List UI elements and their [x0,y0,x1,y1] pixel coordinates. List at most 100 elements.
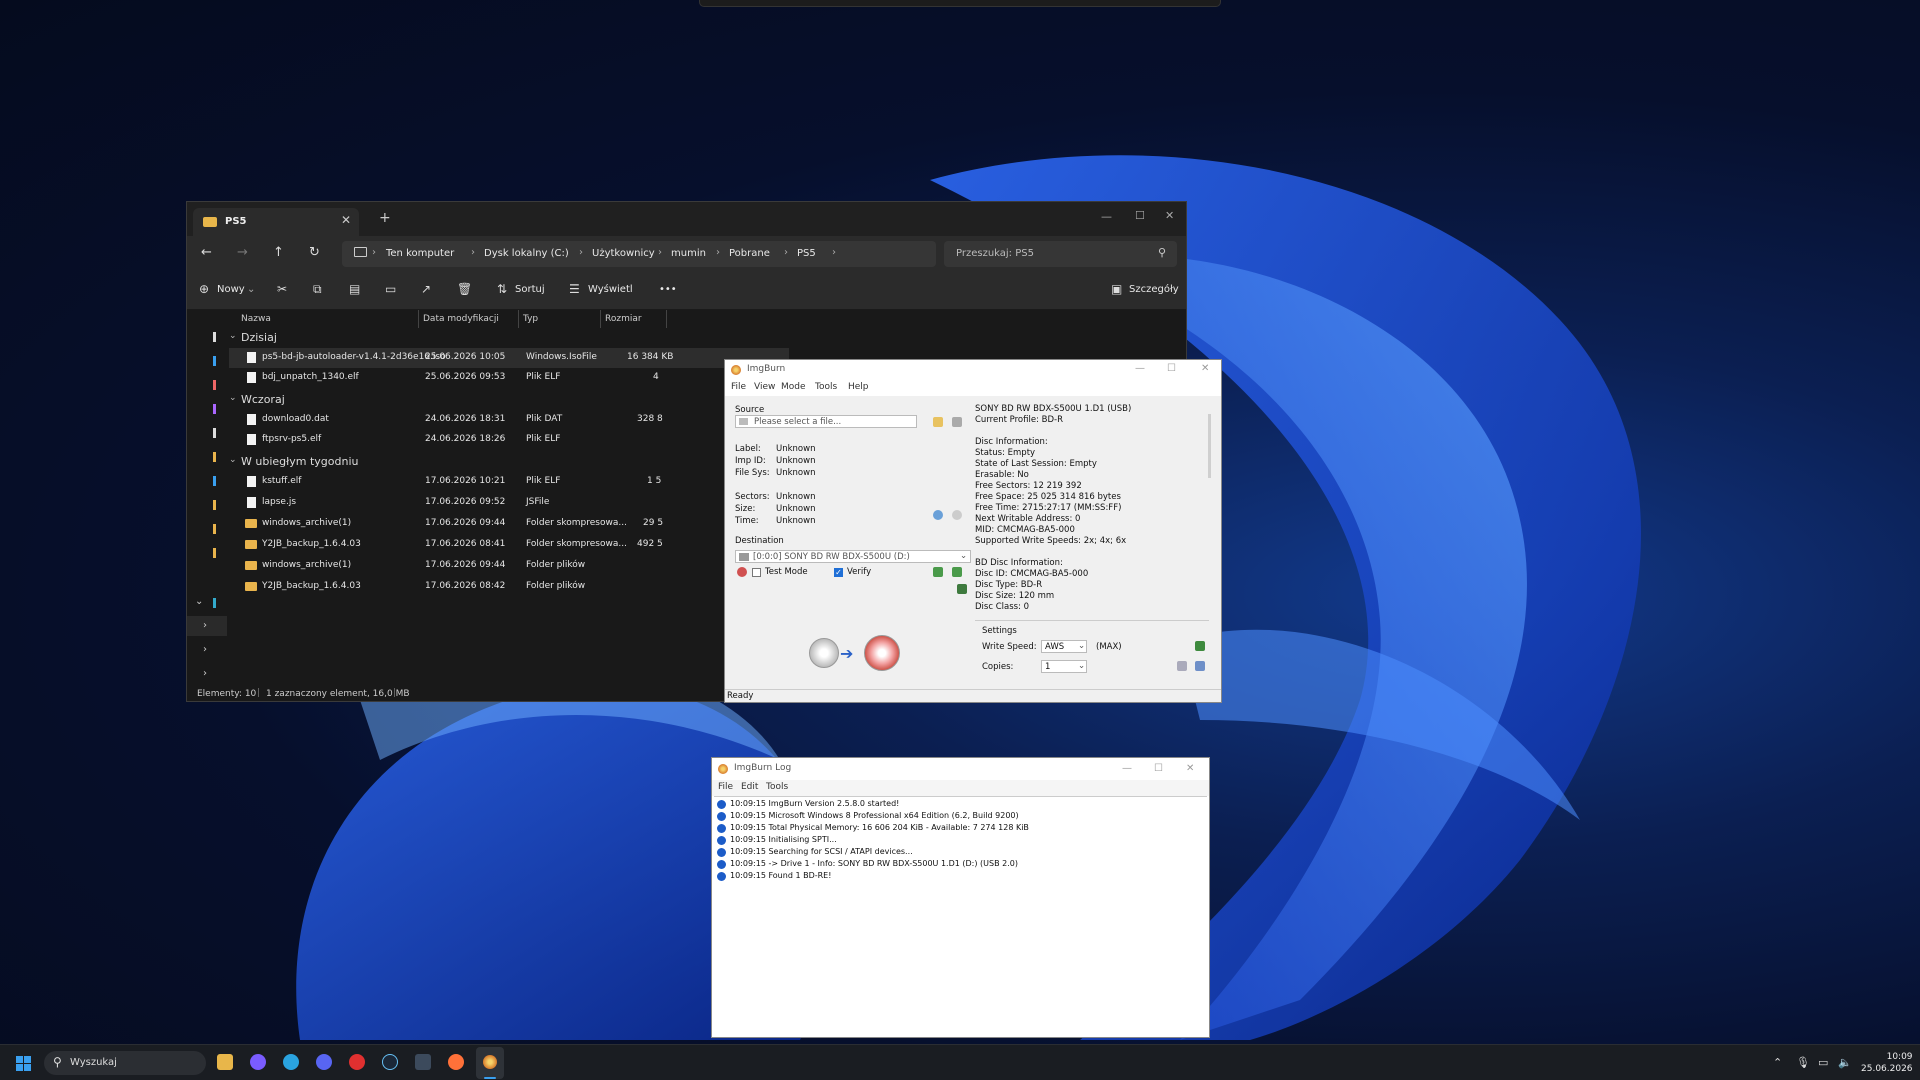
maximize-icon[interactable]: ☐ [1154,763,1163,774]
explorer-tab[interactable]: PS5 ✕ [193,208,359,236]
drive-refresh-icon[interactable] [952,567,962,577]
copy-settings-icon[interactable] [1177,661,1187,671]
source-file-input[interactable]: Please select a file... [735,415,917,428]
eject-icon[interactable] [737,567,747,577]
details-button[interactable]: Szczegóły [1129,284,1179,295]
microphone-icon[interactable]: 🎙 [1796,1056,1810,1069]
nav-pane-item[interactable] [213,548,216,558]
view-button[interactable]: Wyświetl [588,284,633,295]
menu-mode[interactable]: Mode [781,382,806,392]
back-icon[interactable]: ← [201,245,212,260]
close-window-icon[interactable]: ✕ [1165,209,1174,222]
app-icon[interactable] [250,1054,266,1070]
list-item[interactable]: ftpsrv-ps5.elf 24.06.2026 18:26 Plik ELF [229,430,789,450]
write-speed-select[interactable]: AWS ⌄ [1041,640,1087,653]
steam-icon[interactable] [382,1054,398,1070]
copies-select[interactable]: 1 ⌄ [1041,660,1087,673]
more-options-icon[interactable]: ••• [659,284,677,295]
menu-view[interactable]: View [754,382,775,392]
nav-pane-item[interactable] [213,356,216,366]
minimize-icon[interactable]: — [1101,210,1112,223]
breadcrumb-user[interactable]: mumin [671,248,706,259]
media-app-icon[interactable] [349,1054,365,1070]
chevron-up-icon[interactable]: ⌃ [1773,1056,1782,1069]
refresh-icon[interactable]: ↻ [309,245,320,260]
chevron-right-icon[interactable]: › [203,620,207,631]
group-header[interactable]: ⌄ Wczoraj [229,390,629,410]
destination-drive-select[interactable]: [0:0:0] SONY BD RW BDX-S500U (D:) ⌄ [735,550,971,563]
nav-pane-item[interactable] [213,476,216,486]
chevron-right-icon[interactable]: › [203,668,207,679]
calculate-icon[interactable] [933,510,943,520]
column-divider[interactable] [518,310,519,328]
list-item[interactable]: bdj_unpatch_1340.elf 25.06.2026 09:53 Pl… [229,368,789,388]
group-header[interactable]: ⌄ W ubiegłym tygodniu [229,452,629,472]
test-mode-checkbox[interactable] [752,568,761,577]
taskbar-search[interactable]: ⚲ Wyszukaj [44,1051,206,1075]
menu-file[interactable]: File [731,382,746,392]
write-button[interactable] [864,635,900,671]
list-item[interactable]: ps5-bd-jb-autoloader-v1.4.1-2d36e16.iso … [229,348,789,368]
paste-icon[interactable]: ▤ [349,282,360,296]
menu-file[interactable]: File [718,782,733,792]
rename-icon[interactable]: ▭ [385,282,396,296]
share-icon[interactable]: ↗ [421,282,431,296]
volume-icon[interactable]: 🔈 [1838,1056,1852,1069]
browse-file-icon[interactable] [933,417,943,427]
nav-pane-selected[interactable] [187,616,227,636]
search-input[interactable]: Przeszukaj: PS5 ⚲ [944,241,1177,267]
nav-pane-item[interactable] [213,500,216,510]
list-item[interactable]: windows_archive(1) 17.06.2026 09:44 Fold… [229,514,789,534]
column-size[interactable]: Rozmiar [605,314,642,324]
new-button[interactable]: Nowy [217,284,245,295]
list-item[interactable]: lapse.js 17.06.2026 09:52 JSFile [229,493,789,513]
imgburn-taskbar-button[interactable] [476,1047,504,1079]
delete-icon[interactable]: 🗑 [457,282,472,296]
cut-icon[interactable]: ✂ [277,282,287,296]
log-toggle-icon[interactable] [957,584,967,594]
breadcrumb-users[interactable]: Użytkownicy [592,248,655,259]
breadcrumb-drive[interactable]: Dysk lokalny (C:) [484,248,569,259]
chevron-right-icon[interactable]: › [203,644,207,655]
nav-pane-item[interactable] [213,428,216,438]
maximize-icon[interactable]: ☐ [1167,363,1176,374]
column-divider[interactable] [418,310,419,328]
app-icon[interactable] [415,1054,431,1070]
minimize-icon[interactable]: — [1122,763,1132,774]
maximize-icon[interactable]: ☐ [1135,209,1145,222]
discord-icon[interactable] [316,1054,332,1070]
column-name[interactable]: Nazwa [241,314,271,324]
breadcrumb-downloads[interactable]: Pobrane [729,248,770,259]
sort-button[interactable]: Sortuj [515,284,545,295]
column-date[interactable]: Data modyfikacji [423,314,499,324]
column-divider[interactable] [666,310,667,328]
browse-folder-icon[interactable] [952,417,962,427]
file-explorer-icon[interactable] [217,1054,233,1070]
minimize-icon[interactable]: — [1135,363,1145,374]
menu-tools[interactable]: Tools [815,382,837,392]
refresh-disabled-icon[interactable] [952,510,962,520]
group-header[interactable]: ⌄ Dzisiaj [229,328,629,348]
drive-info-icon[interactable] [933,567,943,577]
list-item[interactable]: Y2JB_backup_1.6.4.03 17.06.2026 08:42 Fo… [229,577,789,597]
nav-pane-item[interactable] [213,598,216,608]
firefox-icon[interactable] [448,1054,464,1070]
chevron-down-icon[interactable]: ⌄ [195,596,203,607]
list-item[interactable]: Y2JB_backup_1.6.4.03 17.06.2026 08:41 Fo… [229,535,789,555]
info-scrollbar[interactable] [1208,414,1211,478]
close-tab-icon[interactable]: ✕ [341,213,351,227]
log-text-area[interactable]: 10:09:15 ImgBurn Version 2.5.8.0 started… [714,796,1207,1036]
menu-tools[interactable]: Tools [766,782,788,792]
list-item[interactable]: windows_archive(1) 17.06.2026 09:44 Fold… [229,556,789,576]
list-item[interactable]: kstuff.elf 17.06.2026 10:21 Plik ELF 1 5 [229,472,789,492]
nav-pane-item[interactable] [213,524,216,534]
breadcrumb-this-pc[interactable]: Ten komputer [386,248,454,259]
nav-pane-item[interactable] [213,404,216,414]
address-bar[interactable]: › Ten komputer › Dysk lokalny (C:) › Uży… [342,241,936,267]
close-window-icon[interactable]: ✕ [1186,763,1194,774]
column-type[interactable]: Typ [523,314,538,324]
nav-pane-item[interactable] [213,452,216,462]
speed-settings-icon[interactable] [1195,641,1205,651]
column-divider[interactable] [600,310,601,328]
clock[interactable]: 10:09 25.06.2026 [1861,1051,1913,1075]
